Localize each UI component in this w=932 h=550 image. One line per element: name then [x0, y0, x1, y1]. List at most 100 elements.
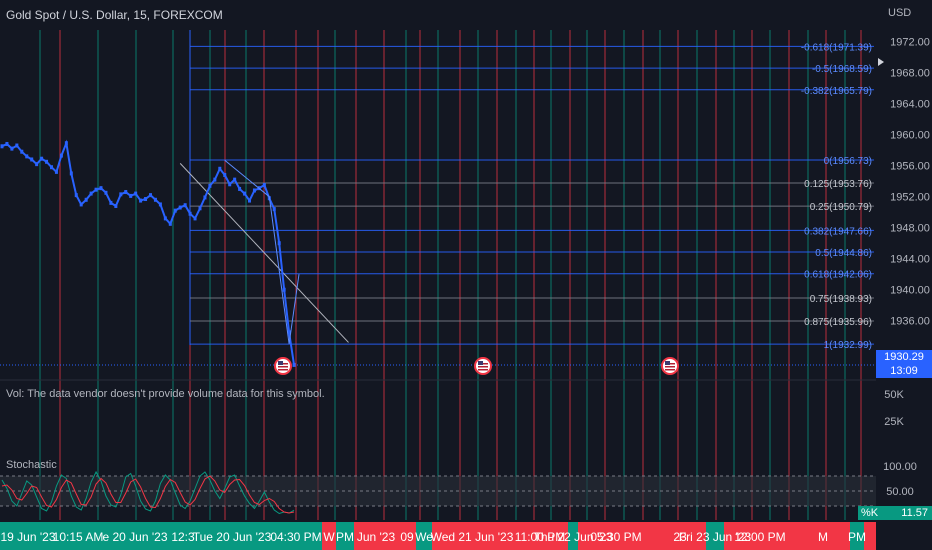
- time-label-19: PM: [848, 530, 866, 544]
- price-point-51: [252, 188, 256, 193]
- price-point-28: [139, 198, 143, 203]
- volume-note: Vol: The data vendor doesn't provide vol…: [6, 388, 325, 400]
- price-point-34: [168, 221, 172, 226]
- price-point-22: [109, 200, 113, 205]
- symbol-title: Gold Spot / U.S. Dollar, 15, FOREXCOM: [6, 8, 223, 22]
- price-point-20: [99, 186, 103, 191]
- time-label-8: Jun '23: [357, 530, 396, 544]
- price-tick-5: 1952.00: [890, 192, 930, 204]
- fib-level-label-8: 0.618(1942.06): [804, 270, 872, 281]
- price-tick-3: 1960.00: [890, 130, 930, 142]
- stoch-k-value: 11.57: [901, 507, 928, 519]
- time-label-18: M: [818, 530, 828, 544]
- volume-tick-0: 50K: [884, 389, 904, 401]
- stoch-tick-1: 50.00: [886, 486, 914, 498]
- currency-label[interactable]: USD: [888, 7, 911, 19]
- fib-level-label-9: 0.75(1938.93): [810, 294, 872, 305]
- price-point-29: [144, 197, 148, 202]
- price-point-12: [59, 153, 63, 158]
- stoch-k-tag: %K 11.57: [858, 506, 932, 520]
- last-price: 1930.29: [884, 351, 924, 363]
- price-point-4: [20, 149, 24, 154]
- price-point-10: [50, 165, 53, 170]
- chart-canvas[interactable]: -0.618(1971.39) -0.5(1968.59) -0.382(1965.…: [0, 0, 932, 550]
- price-point-46: [228, 182, 232, 187]
- price-point-33: [163, 216, 167, 221]
- price-point-59: [292, 362, 296, 367]
- bar-countdown: 13:09: [890, 365, 918, 377]
- price-point-53: [262, 183, 266, 188]
- fib-level-label-4: 0.125(1953.76): [804, 179, 872, 190]
- time-label-11: Wed 21 Jun '23: [431, 530, 514, 544]
- price-tick-4: 1956.00: [890, 161, 930, 173]
- fib-level-label-2: -0.382(1965.79): [801, 86, 872, 97]
- price-point-31: [153, 197, 157, 202]
- price-point-30: [149, 193, 152, 198]
- price-point-42: [208, 183, 212, 188]
- stoch-k-label: %K: [861, 507, 879, 519]
- price-point-3: [15, 143, 19, 148]
- price-point-8: [40, 156, 44, 161]
- time-label-17: 12:00 PM: [734, 530, 785, 544]
- price-point-23: [114, 203, 118, 208]
- price-point-18: [89, 191, 93, 196]
- us-flag-icon: [661, 357, 679, 375]
- stochastic-label[interactable]: Stochastic: [6, 459, 57, 471]
- price-point-36: [178, 205, 182, 210]
- price-tick-1: 1968.00: [890, 68, 930, 80]
- price-point-13: [64, 141, 68, 146]
- price-point-15: [74, 193, 78, 198]
- price-point-14: [69, 171, 73, 176]
- price-point-47: [233, 177, 237, 182]
- price-point-2: [10, 146, 14, 151]
- stoch-tick-0: 100.00: [883, 461, 917, 473]
- price-point-11: [54, 169, 58, 174]
- fib-level-label-6: 0.382(1947.66): [804, 226, 872, 237]
- time-label-0: 19 Jun '23: [0, 530, 55, 544]
- price-point-55: [272, 207, 276, 212]
- fib-level-label-10: 0.875(1935.96): [804, 317, 872, 328]
- fib-level-label-1: -0.5(1968.59): [812, 64, 872, 75]
- time-label-9: 09: [400, 530, 414, 544]
- time-label-14: 05:30 PM: [590, 530, 641, 544]
- price-tick-9: 1936.00: [890, 316, 930, 328]
- fib-level-label-7: 0.5(1944.86): [815, 248, 872, 259]
- fib-level-label-0: -0.618(1971.39): [801, 42, 872, 53]
- price-point-7: [35, 162, 39, 167]
- price-tick-7: 1944.00: [890, 254, 930, 266]
- price-point-39: [193, 216, 197, 221]
- price-point-27: [134, 191, 138, 196]
- price-point-48: [238, 186, 242, 191]
- price-point-16: [79, 202, 83, 207]
- price-point-50: [248, 198, 251, 203]
- price-point-0: [0, 144, 4, 149]
- us-flag-icon: [274, 357, 292, 375]
- us-flag-icon: [474, 357, 492, 375]
- time-label-1: 10:15 AM: [53, 530, 104, 544]
- time-label-4: Tue 20 Jun '23: [193, 530, 272, 544]
- price-point-19: [94, 187, 98, 192]
- price-point-45: [223, 172, 227, 177]
- price-point-43: [213, 177, 217, 182]
- volume-tick-1: 25K: [884, 416, 904, 428]
- time-label-5: 04:30 PM: [270, 530, 321, 544]
- price-point-21: [104, 190, 108, 195]
- price-point-44: [218, 166, 222, 171]
- price-point-56: [277, 241, 281, 246]
- price-point-6: [30, 157, 34, 162]
- price-tick-6: 1948.00: [890, 223, 930, 235]
- price-point-24: [119, 192, 123, 197]
- price-point-40: [198, 206, 202, 211]
- fib-level-label-3: 0(1956.73): [824, 156, 872, 167]
- price-tick-2: 1964.00: [890, 99, 930, 111]
- price-tick-0: 1972.00: [890, 37, 930, 49]
- price-point-5: [25, 154, 29, 159]
- price-point-57: [282, 287, 286, 292]
- price-tick-8: 1940.00: [890, 285, 930, 297]
- price-point-49: [243, 191, 247, 196]
- price-point-26: [129, 193, 133, 198]
- time-label-2: e 20 Jun '23: [102, 530, 167, 544]
- price-point-37: [183, 203, 187, 208]
- price-point-38: [188, 211, 192, 216]
- price-point-9: [45, 159, 49, 164]
